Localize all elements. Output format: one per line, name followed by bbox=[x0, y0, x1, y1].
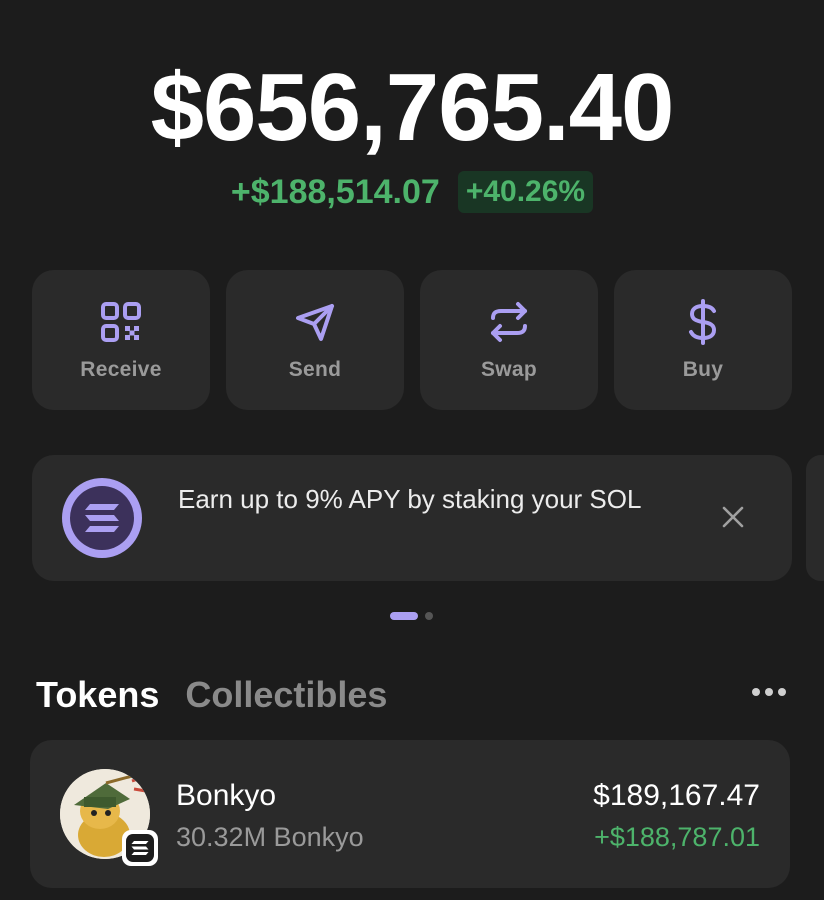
chain-badge bbox=[122, 830, 158, 866]
token-row[interactable]: Bonkyo 30.32M Bonkyo $189,167.47 +$188,7… bbox=[30, 740, 790, 888]
change-amount: +$188,514.07 bbox=[230, 173, 440, 211]
action-buttons: Receive Send Swap Buy bbox=[32, 270, 792, 410]
token-change: +$188,787.01 bbox=[594, 822, 760, 852]
next-promo-card[interactable] bbox=[806, 455, 824, 581]
solana-icon bbox=[62, 478, 142, 558]
token-value: $189,167.47 bbox=[593, 779, 760, 812]
buy-label: Buy bbox=[682, 358, 724, 381]
dollar-icon bbox=[679, 298, 727, 346]
send-label: Send bbox=[288, 358, 342, 381]
tab-collectibles[interactable]: Collectibles bbox=[185, 672, 387, 718]
more-options-icon[interactable] bbox=[752, 688, 786, 696]
portfolio-balance: $656,765.40 bbox=[150, 54, 675, 161]
receive-label: Receive bbox=[80, 358, 162, 381]
qr-code-icon bbox=[97, 298, 145, 346]
buy-button[interactable]: Buy bbox=[614, 270, 792, 410]
promo-text: Earn up to 9% APY by staking your SOL bbox=[178, 484, 642, 514]
portfolio-change: +$188,514.07 +40.26% bbox=[0, 170, 824, 214]
swap-button[interactable]: Swap bbox=[420, 270, 598, 410]
receive-button[interactable]: Receive bbox=[32, 270, 210, 410]
change-percent-badge: +40.26% bbox=[457, 171, 594, 213]
swap-label: Swap bbox=[480, 358, 538, 381]
close-icon[interactable] bbox=[718, 502, 748, 532]
token-name: Bonkyo bbox=[176, 779, 277, 812]
send-icon bbox=[291, 298, 339, 346]
wallet-home: $656,765.40 +$188,514.07 +40.26% Receive bbox=[0, 0, 824, 900]
send-button[interactable]: Send bbox=[226, 270, 404, 410]
swap-icon bbox=[485, 298, 533, 346]
carousel-dot-active[interactable] bbox=[390, 612, 418, 620]
staking-promo-card[interactable]: Earn up to 9% APY by staking your SOL bbox=[32, 455, 792, 581]
asset-tabs: Tokens Collectibles bbox=[36, 672, 387, 718]
solana-icon bbox=[126, 834, 154, 862]
carousel-dot[interactable] bbox=[425, 612, 433, 620]
carousel-indicator bbox=[390, 612, 433, 620]
tab-tokens[interactable]: Tokens bbox=[36, 672, 159, 718]
token-amount: 30.32M Bonkyo bbox=[176, 822, 364, 852]
